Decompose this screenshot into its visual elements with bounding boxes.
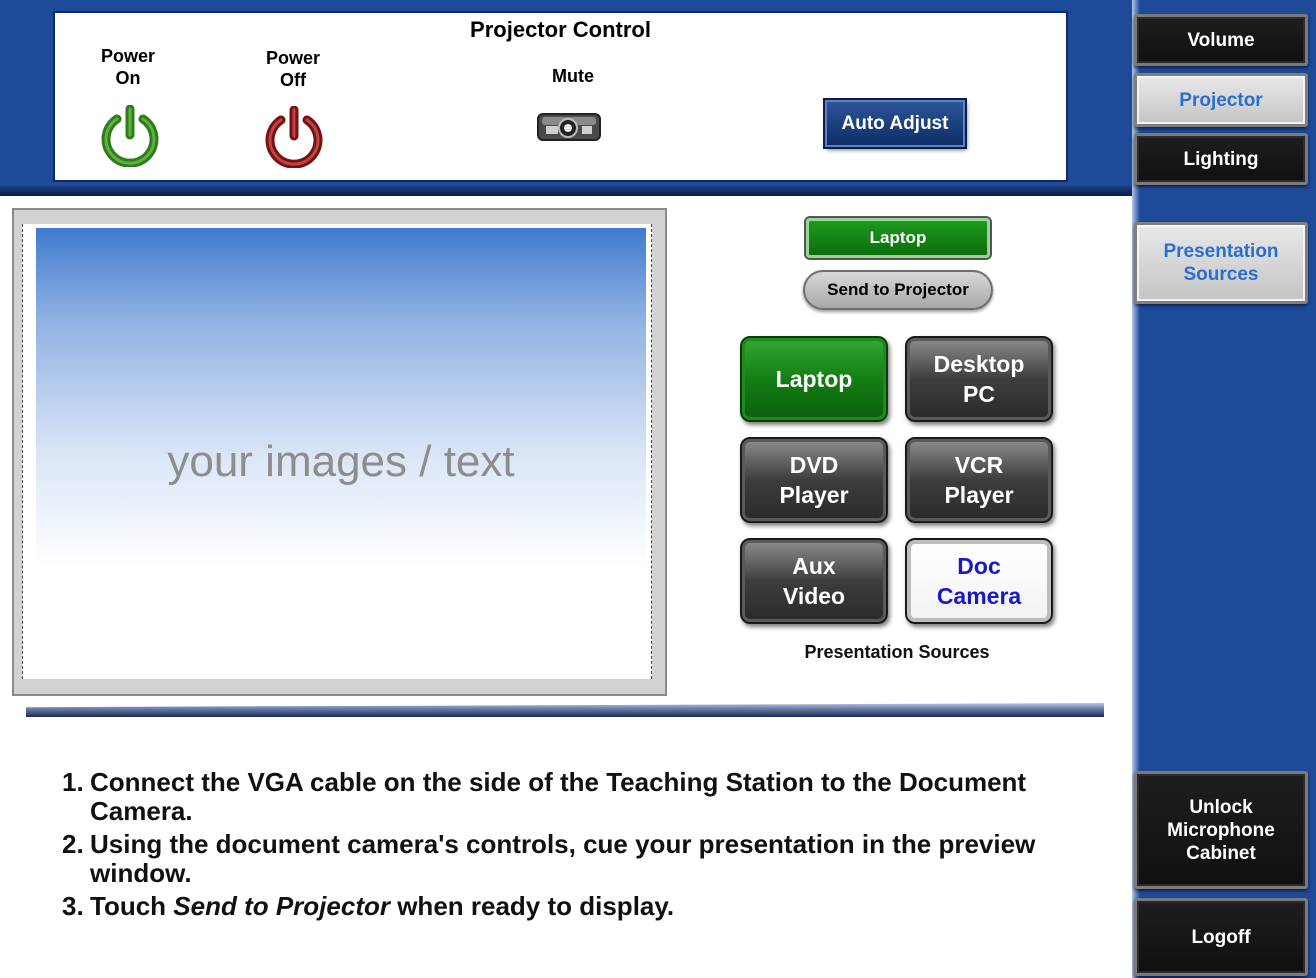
source-button-laptop[interactable]: Laptop [740, 336, 888, 422]
power-off-label: Power Off [265, 48, 321, 90]
projector-icon [537, 113, 601, 141]
instruction-number: 1. [62, 767, 84, 797]
instruction-item: 1. Connect the VGA cable on the side of … [62, 767, 1110, 826]
power-on-icon [101, 104, 159, 168]
instructions-list: 1. Connect the VGA cable on the side of … [60, 768, 1110, 925]
source-button-aux-video[interactable]: Aux Video [740, 538, 888, 624]
source-button-vcr-player[interactable]: VCR Player [905, 437, 1053, 523]
instruction-item: 2. Using the document camera's controls,… [62, 829, 1110, 888]
instruction-emphasis: Send to Projector [173, 891, 390, 921]
projector-control-panel: Projector Control Power On Power Off Mut… [53, 11, 1068, 182]
instruction-text: Connect the VGA cable on the side of the… [90, 767, 1027, 826]
power-on-label: Power On [100, 46, 156, 88]
sidebar-item-volume[interactable]: Volume [1134, 14, 1308, 66]
instruction-number: 3. [62, 891, 84, 921]
presentation-sources-caption: Presentation Sources [804, 642, 990, 662]
projector-control-title: Projector Control [470, 17, 651, 42]
section-divider [26, 703, 1104, 717]
instruction-number: 2. [62, 829, 84, 859]
unlock-microphone-cabinet-button[interactable]: Unlock Microphone Cabinet [1134, 771, 1308, 889]
power-off-icon [265, 105, 323, 169]
preview-placeholder-text: your images / text [167, 437, 515, 486]
instruction-text: Using the document camera's controls, cu… [90, 829, 1036, 888]
mute-label: Mute [552, 66, 594, 86]
power-off-button[interactable] [263, 105, 325, 169]
mute-button[interactable] [534, 106, 604, 146]
power-on-button[interactable] [99, 104, 161, 168]
sidebar-item-projector[interactable]: Projector [1134, 73, 1308, 127]
instruction-item: 3. Touch Send to Projector when ready to… [62, 891, 1110, 921]
instruction-text-before: Touch [90, 891, 174, 921]
sidebar-item-lighting[interactable]: Lighting [1134, 133, 1308, 185]
sidebar-item-presentation-sources[interactable]: Presentation Sources [1134, 222, 1308, 304]
send-to-projector-button[interactable]: Send to Projector [803, 270, 993, 310]
current-source-indicator: Laptop [806, 218, 990, 258]
source-button-dvd-player[interactable]: DVD Player [740, 437, 888, 523]
header-divider [0, 186, 1132, 196]
source-button-doc-camera[interactable]: Doc Camera [905, 538, 1053, 624]
logoff-button[interactable]: Logoff [1134, 898, 1308, 976]
source-button-desktop-pc[interactable]: Desktop PC [905, 336, 1053, 422]
instruction-text-after: when ready to display. [389, 891, 675, 921]
auto-adjust-button[interactable]: Auto Adjust [825, 100, 965, 147]
